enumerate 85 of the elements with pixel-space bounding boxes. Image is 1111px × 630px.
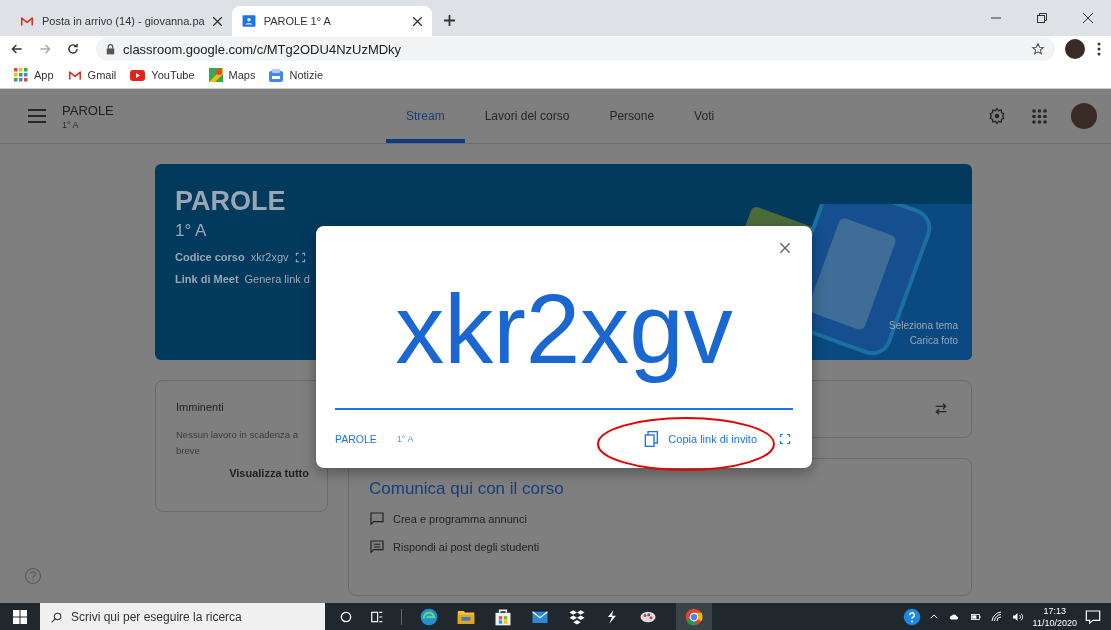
help-icon xyxy=(24,567,42,585)
speech-bubble-icon xyxy=(369,511,385,527)
newspaper-icon xyxy=(269,68,284,82)
announce-prompt[interactable]: Comunica qui con il corso xyxy=(369,479,951,499)
detail-value: xkr2xgv xyxy=(250,251,289,263)
classroom-icon xyxy=(241,14,256,28)
class-section: 1° A xyxy=(62,119,114,130)
detail-label: Codice corso xyxy=(175,251,245,263)
detail-value[interactable]: Genera link d xyxy=(244,273,310,285)
reload-icon xyxy=(66,42,80,56)
announce-option: Crea e programma annunci xyxy=(393,513,527,525)
help-circle-icon xyxy=(902,608,921,626)
task-view-icon xyxy=(370,610,384,624)
lock-icon xyxy=(106,43,115,55)
back-arrow-icon xyxy=(10,42,24,56)
close-icon xyxy=(777,240,793,256)
upcoming-title: Imminenti xyxy=(176,401,225,413)
clock-date: 11/10/2020 xyxy=(1032,617,1077,629)
dropbox-icon xyxy=(567,608,587,626)
plus-icon xyxy=(443,15,455,26)
browser-tab[interactable]: Posta in arrivo (14) - giovanna.pa xyxy=(10,6,232,36)
search-icon xyxy=(50,610,63,624)
star-icon xyxy=(1031,42,1045,56)
restore-icon xyxy=(1037,13,1047,23)
speaker-icon xyxy=(1010,611,1025,623)
browser-tab[interactable]: PAROLE 1° A xyxy=(231,6,432,36)
comment-lines-icon xyxy=(369,539,385,555)
class-tab[interactable]: Voti xyxy=(674,93,735,143)
copy-icon xyxy=(644,430,661,448)
map-pin-icon xyxy=(208,68,223,82)
forward-arrow-icon xyxy=(38,42,52,56)
bookmark[interactable]: Gmail xyxy=(67,69,117,81)
close-icon xyxy=(1083,13,1093,23)
account-avatar[interactable] xyxy=(1071,103,1097,129)
detail-label: Link di Meet xyxy=(175,273,239,285)
mail-icon xyxy=(20,15,34,27)
chrome-browser-icon xyxy=(684,607,704,627)
class-tab[interactable]: Persone xyxy=(589,93,675,143)
mail-icon xyxy=(67,69,82,81)
bookmark[interactable]: Notizie xyxy=(269,68,324,82)
wifi-icon xyxy=(990,611,1003,623)
class-tab[interactable]: Stream xyxy=(386,93,465,143)
apps-button[interactable] xyxy=(1030,106,1049,126)
windows-logo-icon xyxy=(13,610,27,624)
fullscreen-icon xyxy=(294,251,306,263)
close-button[interactable] xyxy=(777,240,793,256)
settings-icon xyxy=(988,107,1006,125)
fullscreen-button[interactable] xyxy=(777,431,793,447)
notification-icon xyxy=(1085,609,1101,625)
battery-icon xyxy=(968,612,983,622)
url-text: classroom.google.com/c/MTg2ODU4NzUzMDky xyxy=(123,41,402,57)
class-code: xkr2xgv xyxy=(335,280,793,410)
bookmark[interactable]: Maps xyxy=(208,68,256,82)
apps-grid-icon xyxy=(14,68,28,82)
profile-avatar[interactable] xyxy=(1065,39,1085,59)
tab-close-icon xyxy=(412,16,422,26)
class-name: PAROLE xyxy=(62,102,114,118)
banner-title: PAROLE xyxy=(175,186,287,217)
apps-grid-icon xyxy=(1032,108,1047,124)
cortana-circle-icon xyxy=(339,610,353,624)
clock-time: 17:13 xyxy=(1043,605,1067,617)
announce-option: Rispondi ai post degli studenti xyxy=(393,541,540,553)
more-dots-icon xyxy=(1097,42,1101,56)
class-tab[interactable]: Lavori del corso xyxy=(464,93,590,143)
taskbar-search-field[interactable]: Scrivi qui per eseguire la ricerca xyxy=(40,603,325,630)
new-tab-button[interactable] xyxy=(443,15,455,26)
bookmark[interactable]: YouTube xyxy=(130,69,195,81)
swap-arrows-icon xyxy=(933,401,949,417)
fullscreen-icon xyxy=(779,433,791,445)
dialog-class-section: 1° A xyxy=(396,434,414,444)
banner-section: 1° A xyxy=(175,221,952,241)
video-play-icon xyxy=(130,69,146,81)
bookmark[interactable]: App xyxy=(14,68,54,82)
banner-link[interactable]: Carica foto xyxy=(909,335,958,346)
menu-button[interactable] xyxy=(1095,40,1103,58)
view-all-link[interactable]: Visualizza tutto xyxy=(229,467,309,479)
edge-browser-icon xyxy=(419,607,439,627)
menu-icon xyxy=(28,109,46,123)
settings-button[interactable] xyxy=(986,105,1008,127)
tab-close-icon xyxy=(212,16,222,26)
dialog-class-name: PAROLE xyxy=(335,433,377,445)
address-bar[interactable]: classroom.google.com/c/MTg2ODU4NzUzMDky xyxy=(96,37,1055,61)
folder-icon xyxy=(456,608,476,626)
shopping-bag-icon xyxy=(493,607,513,627)
banner-link[interactable]: Seleziona tema xyxy=(889,320,958,331)
